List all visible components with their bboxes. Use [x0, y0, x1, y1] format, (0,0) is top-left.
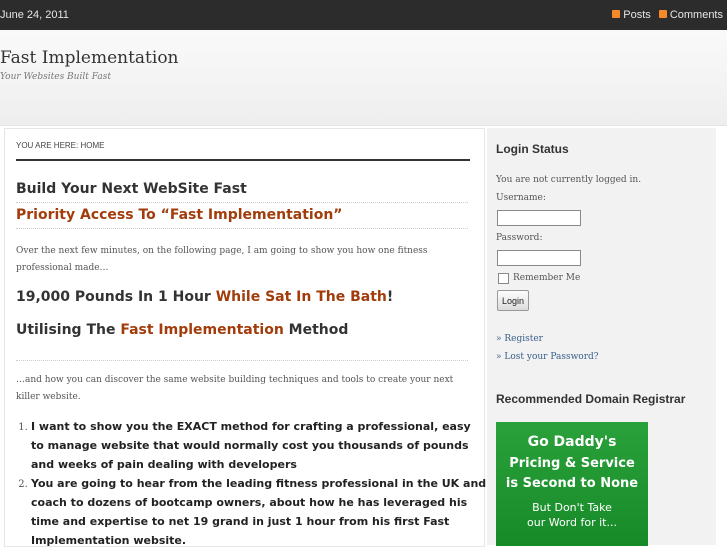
feed-links: Posts Comments [612, 9, 723, 21]
post-title: Build Your Next WebSite Fast [16, 181, 468, 203]
headline-earnings: 19,000 Pounds In 1 Hour While Sat In The… [16, 289, 393, 305]
posts-feed-link[interactable]: Posts [612, 9, 651, 21]
headline-method: Utilising The Fast Implementation Method [16, 322, 348, 338]
main-content: YOU ARE HERE: HOME Build Your Next WebSi… [4, 128, 487, 550]
intro-paragraph: Over the next few minutes, on the follow… [16, 246, 428, 273]
site-title[interactable]: Fast Implementation [0, 48, 179, 68]
headline-method-accent: Fast Implementation [120, 322, 284, 338]
ad-line: Pricing & Service [509, 456, 635, 471]
post-subtitle: Priority Access To “Fast Implementation” [16, 207, 468, 229]
registrar-heading: Recommended Domain Registrar [496, 392, 686, 406]
list-item: You are going to hear from the leading f… [31, 474, 487, 550]
sidebar: Login Status You are not currently logge… [487, 128, 716, 546]
register-item: » Register [496, 334, 543, 344]
list-item: I want to show you the EXACT method for … [31, 417, 487, 474]
rss-icon [612, 10, 621, 19]
login-status-text: You are not currently logged in. [496, 175, 642, 185]
ad-line: our Word for it... [527, 516, 617, 529]
page-wrapper: YOU ARE HERE: HOME Build Your Next WebSi… [4, 128, 716, 550]
headline-method-text: Utilising The [16, 322, 121, 338]
username-label: Username: [496, 193, 546, 203]
comments-feed-link[interactable]: Comments [658, 9, 723, 21]
ad-line: Go Daddy's [527, 434, 617, 450]
login-status-heading: Login Status [496, 142, 569, 156]
password-input[interactable] [497, 250, 581, 266]
posts-feed-label: Posts [623, 9, 651, 21]
top-bar: June 24, 2011 Posts Comments [0, 0, 727, 30]
lost-password-link[interactable]: » Lost your Password? [496, 352, 599, 362]
ad-line: But Don't Take [532, 501, 612, 514]
current-date: June 24, 2011 [0, 9, 69, 21]
breadcrumb: YOU ARE HERE: HOME [16, 141, 470, 161]
remember-me-checkbox[interactable] [498, 273, 509, 284]
username-input[interactable] [497, 210, 581, 226]
comments-feed-label: Comments [669, 9, 723, 21]
ad-line: is Second to None [505, 476, 639, 491]
login-button[interactable]: Login [497, 290, 529, 311]
site-header: Fast Implementation Your Websites Built … [0, 30, 727, 126]
divider [16, 360, 468, 361]
register-link[interactable]: » Register [496, 334, 543, 344]
headline-earnings-end: ! [386, 289, 394, 305]
remember-me-label: Remember Me [513, 273, 581, 283]
password-label: Password: [496, 233, 543, 243]
godaddy-banner-ad[interactable]: Go Daddy's Pricing & Service is Second t… [496, 422, 648, 546]
site-tagline: Your Websites Built Fast [0, 72, 111, 82]
headline-earnings-text: 19,000 Pounds In 1 Hour [16, 289, 216, 305]
benefits-list: I want to show you the EXACT method for … [16, 417, 487, 550]
discover-paragraph: …and how you can discover the same websi… [16, 375, 454, 402]
headline-earnings-accent: While Sat In The Bath [215, 289, 387, 305]
rss-icon [658, 10, 667, 19]
headline-method-end: Method [283, 322, 349, 338]
lost-password-item: » Lost your Password? [496, 352, 599, 362]
